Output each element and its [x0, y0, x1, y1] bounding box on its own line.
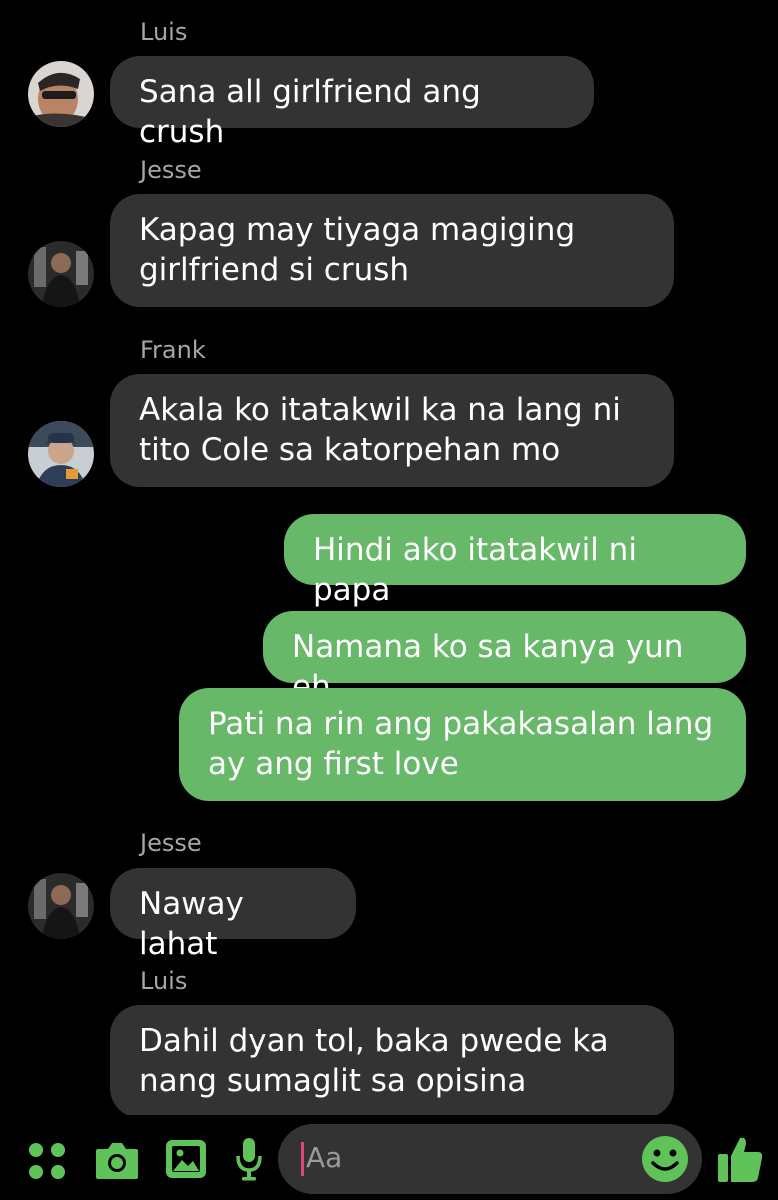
- camera-icon[interactable]: [94, 1139, 140, 1185]
- sender-name: Frank: [140, 336, 206, 364]
- message-input[interactable]: Aa: [278, 1124, 702, 1194]
- text-caret: [301, 1142, 304, 1176]
- avatar-frank[interactable]: [28, 421, 94, 487]
- sender-name: Luis: [140, 967, 188, 995]
- avatar-jesse[interactable]: [28, 241, 94, 307]
- sender-name: Luis: [140, 18, 188, 46]
- message-input-placeholder: Aa: [306, 1141, 343, 1174]
- message-bubble[interactable]: Dahil dyan tol, baka pwede ka nang sumag…: [110, 1005, 674, 1115]
- message-bubble[interactable]: Akala ko itatakwil ka na lang ni tito Co…: [110, 374, 674, 487]
- emoji-icon[interactable]: [640, 1134, 690, 1188]
- sender-name: Jesse: [140, 156, 202, 184]
- message-bubble[interactable]: Sana all girlfriend ang crush: [110, 56, 594, 150]
- gallery-icon[interactable]: [164, 1138, 208, 1184]
- message-thread[interactable]: Luis Sana all girlfriend ang crush Jesse…: [0, 0, 778, 1115]
- message-bubble[interactable]: Kapag may tiyaga magiging girlfriend si …: [110, 194, 674, 307]
- avatar-jesse[interactable]: [28, 873, 94, 939]
- avatar-luis[interactable]: [28, 61, 94, 127]
- apps-grid-icon[interactable]: [26, 1140, 68, 1186]
- thumbs-up-icon[interactable]: [716, 1134, 764, 1188]
- sender-name: Jesse: [140, 829, 202, 857]
- message-bubble[interactable]: Naway lahat: [110, 868, 356, 962]
- message-bubble-outgoing[interactable]: Pati na rin ang pakakasalan lang ay ang …: [179, 688, 746, 801]
- message-bubble-outgoing[interactable]: Hindi ako itatakwil ni papa: [284, 514, 746, 608]
- microphone-icon[interactable]: [234, 1136, 264, 1186]
- message-bubble-outgoing[interactable]: Namana ko sa kanya yun eh: [263, 611, 746, 705]
